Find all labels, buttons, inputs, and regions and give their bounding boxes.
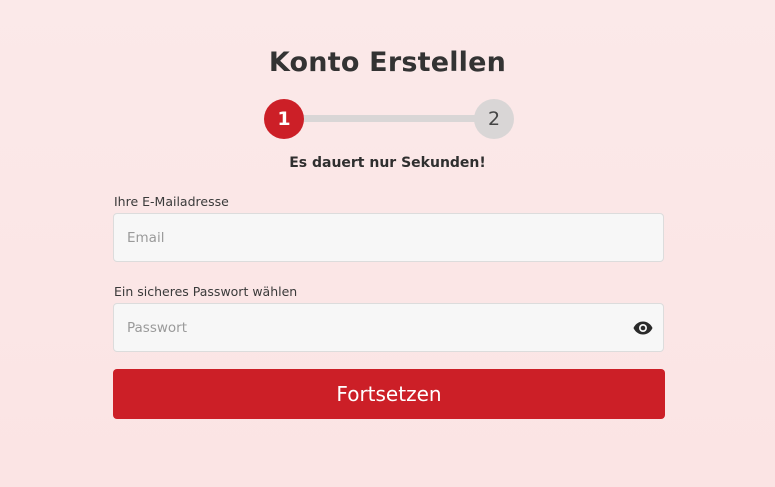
- progress-stepper: 1 2: [264, 99, 514, 139]
- eye-icon[interactable]: [632, 317, 654, 339]
- password-field-container: [113, 303, 664, 352]
- page-title: Konto Erstellen: [268, 47, 507, 78]
- email-field-container: [113, 213, 664, 262]
- password-field[interactable]: [114, 304, 663, 351]
- step-1-indicator: 1: [264, 99, 304, 139]
- continue-button[interactable]: Fortsetzen: [113, 369, 665, 419]
- email-label: Ihre E-Mailadresse: [114, 194, 229, 209]
- page-subtitle: Es dauert nur Sekunden!: [289, 155, 486, 171]
- password-label: Ein sicheres Passwort wählen: [114, 284, 298, 299]
- email-field[interactable]: [114, 214, 663, 261]
- stepper-track: [284, 115, 494, 122]
- step-2-indicator: 2: [474, 99, 514, 139]
